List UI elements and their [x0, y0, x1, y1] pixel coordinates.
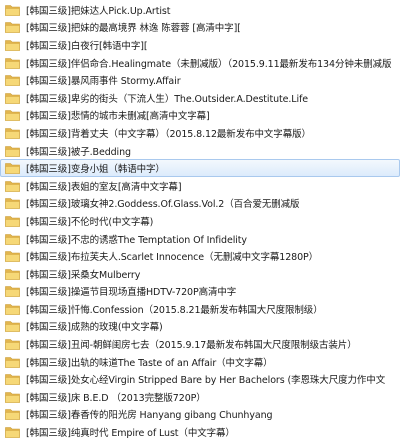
folder-item[interactable]: [韩国三级]床 B.E.D （2013完整版720P）	[0, 388, 400, 406]
folder-item[interactable]: [韩国三级]采桑女Mulberry	[0, 265, 400, 283]
folder-name: [韩国三级]暴风雨事件 Stormy.Affair	[26, 76, 181, 88]
folder-icon	[5, 250, 20, 262]
folder-icon	[5, 303, 20, 315]
folder-name: [韩国三级]成熟的玫瑰(中文字幕)	[26, 322, 163, 334]
folder-item[interactable]: [韩国三级]出轨的味道The Taste of an Affair（中文字幕）	[0, 353, 400, 371]
folder-icon	[5, 338, 20, 350]
folder-name: [韩国三级]不伦时代(中文字幕)	[26, 216, 154, 228]
folder-name: [韩国三级]床 B.E.D （2013完整版720P）	[26, 392, 206, 404]
folder-item[interactable]: [韩国三级]变身小姐（韩语中字）	[0, 159, 400, 177]
folder-icon	[5, 92, 20, 104]
folder-icon	[5, 145, 20, 157]
folder-item[interactable]: [韩国三级]纯真时代 Empire of Lust（中文字幕）	[0, 423, 400, 441]
folder-name: [韩国三级]操逼节目现场直播HDTV-720P高清中字	[26, 287, 237, 299]
folder-item[interactable]: [韩国三级]处女心经Virgin Stripped Bare by Her Ba…	[0, 370, 400, 388]
folder-item[interactable]: [韩国三级]春香传的阳光房 Hanyang gibang Chunhyang	[0, 406, 400, 424]
folder-item[interactable]: [韩国三级]不伦时代(中文字幕)	[0, 212, 400, 230]
folder-item[interactable]: [韩国三级]卑劣的街头（下流人生）The.Outsider.A.Destitut…	[0, 89, 400, 107]
folder-icon	[5, 162, 20, 174]
folder-item[interactable]: [韩国三级]丑闻-朝鲜闺房七去（2015.9.17最新发布韩国大尺度限制级古装片…	[0, 335, 400, 353]
folder-icon	[5, 57, 20, 69]
folder-name: [韩国三级]背着丈夫（中文字幕）（2015.8.12最新发布中文字幕版）	[26, 128, 311, 140]
folder-item[interactable]: [韩国三级]背着丈夫（中文字幕）（2015.8.12最新发布中文字幕版）	[0, 124, 400, 142]
folder-name: [韩国三级]出轨的味道The Taste of an Affair（中文字幕）	[26, 357, 273, 369]
folder-item[interactable]: [韩国三级]把妹达人Pick.Up.Artist	[0, 1, 400, 19]
folder-item[interactable]: [韩国三级]玻璃女神2.Goddess.Of.Glass.Vol.2（百合爱无删…	[0, 195, 400, 213]
folder-name: [韩国三级]伴侣命合.Healingmate（未删减版）（2015.9.11最新…	[26, 58, 392, 70]
folder-name: [韩国三级]被子.Bedding	[26, 146, 131, 158]
folder-item[interactable]: [韩国三级]把妹的最高境界 林逸 陈蓉蓉 [高清中字][	[0, 19, 400, 37]
folder-icon	[5, 268, 20, 280]
folder-icon	[5, 408, 20, 421]
folder-name: [韩国三级]白夜行[韩语中字][	[26, 40, 148, 52]
folder-item[interactable]: [韩国三级]伴侣命合.Healingmate（未删减版）（2015.9.11最新…	[0, 54, 400, 72]
folder-item[interactable]: [韩国三级]布拉芙夫人.Scarlet Innocence（无删减中文字幕128…	[0, 247, 400, 265]
folder-item[interactable]: [韩国三级]表姐的室友[高清中文字幕]	[0, 177, 400, 195]
folder-icon	[5, 127, 20, 139]
folder-name: [韩国三级]卑劣的街头（下流人生）The.Outsider.A.Destitut…	[26, 93, 309, 105]
folder-name: [韩国三级]采桑女Mulberry	[26, 269, 141, 281]
folder-icon	[5, 39, 20, 51]
folder-item[interactable]: [韩国三级]白夜行[韩语中字][	[0, 36, 400, 54]
folder-icon	[5, 74, 20, 86]
folder-icon	[5, 109, 20, 122]
folder-icon	[5, 180, 20, 192]
folder-item[interactable]: [韩国三级]被子.Bedding	[0, 142, 400, 160]
folder-name: [韩国三级]表姐的室友[高清中文字幕]	[26, 181, 182, 193]
folder-item[interactable]: [韩国三级]成熟的玫瑰(中文字幕)	[0, 318, 400, 336]
folder-name: [韩国三级]变身小姐（韩语中字）	[26, 164, 165, 176]
folder-icon	[5, 285, 20, 298]
folder-name: [韩国三级]玻璃女神2.Goddess.Of.Glass.Vol.2（百合爱无删…	[26, 199, 300, 211]
folder-name: [韩国三级]把妹达人Pick.Up.Artist	[26, 5, 171, 17]
folder-name: [韩国三级]忏悔.Confession（2015.8.21最新发布韩国大尺度限制…	[26, 304, 323, 316]
folder-icon	[5, 426, 20, 438]
folder-icon	[5, 373, 20, 386]
folder-name: [韩国三级]悲情的城市未删减[高清中文字幕]	[26, 111, 210, 123]
folder-icon	[5, 391, 20, 403]
folder-name: [韩国三级]纯真时代 Empire of Lust（中文字幕）	[26, 428, 235, 440]
folder-item[interactable]: [韩国三级]忏悔.Confession（2015.8.21最新发布韩国大尺度限制…	[0, 300, 400, 318]
folder-icon	[5, 4, 20, 16]
folder-icon	[5, 197, 20, 210]
folder-item[interactable]: [韩国三级]操逼节目现场直播HDTV-720P高清中字	[0, 283, 400, 301]
folder-icon	[5, 356, 20, 368]
folder-icon	[5, 215, 20, 227]
folder-item[interactable]: [韩国三级]暴风雨事件 Stormy.Affair	[0, 71, 400, 89]
folder-name: [韩国三级]春香传的阳光房 Hanyang gibang Chunhyang	[26, 410, 273, 422]
folder-name: [韩国三级]布拉芙夫人.Scarlet Innocence（无删减中文字幕128…	[26, 252, 319, 264]
folder-name: [韩国三级]不忠的诱惑The Temptation Of Infidelity	[26, 234, 247, 246]
folder-item[interactable]: [韩国三级]悲情的城市未删减[高清中文字幕]	[0, 107, 400, 125]
folder-item[interactable]: [韩国三级]不忠的诱惑The Temptation Of Infidelity	[0, 230, 400, 248]
folder-name: [韩国三级]处女心经Virgin Stripped Bare by Her Ba…	[26, 375, 386, 387]
folder-name: [韩国三级]丑闻-朝鲜闺房七去（2015.9.17最新发布韩国大尺度限制级古装片…	[26, 340, 357, 352]
folder-name: [韩国三级]把妹的最高境界 林逸 陈蓉蓉 [高清中字][	[26, 23, 241, 35]
folder-icon	[5, 21, 20, 34]
folder-icon	[5, 320, 20, 333]
folder-list: [韩国三级]把妹达人Pick.Up.Artist [韩国三级]把妹的最高境界 林逸…	[0, 0, 400, 439]
folder-icon	[5, 233, 20, 245]
